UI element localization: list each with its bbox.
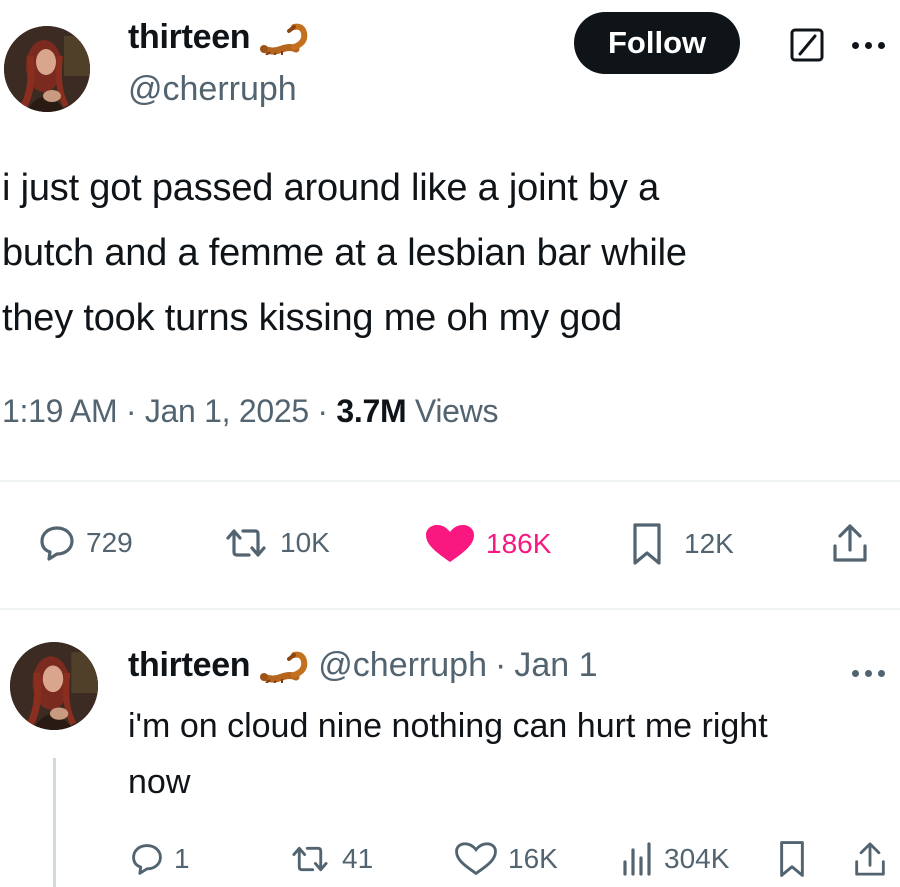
scorpion-emoji-icon [260, 23, 308, 55]
scorpion-emoji-icon [260, 651, 308, 683]
reply-author-avatar[interactable] [10, 642, 98, 730]
avatar-image [4, 26, 90, 112]
repost-icon [226, 529, 266, 557]
reply-date[interactable]: Jan 1 [514, 646, 597, 685]
tweet-date[interactable]: Jan 1, 2025 [145, 393, 309, 429]
repost-count: 10K [280, 527, 330, 558]
reply-button[interactable]: 729 [38, 524, 133, 562]
tweet-text-line: i just got passed around like a joint by… [2, 167, 660, 209]
more-icon [865, 670, 872, 677]
edit-button[interactable] [790, 28, 824, 67]
reply-separator: · [495, 646, 507, 684]
reply-bookmark-button[interactable] [778, 840, 806, 878]
reply-repost-count: 41 [342, 843, 374, 874]
author-avatar[interactable] [4, 26, 90, 112]
reply-more-button[interactable] [852, 670, 885, 677]
more-button[interactable] [852, 42, 885, 49]
reply-display-name[interactable]: thirteen [128, 646, 251, 685]
reply-like-count: 16K [508, 843, 558, 874]
bookmark-icon [780, 841, 804, 877]
thread-line [53, 758, 56, 887]
more-icon [865, 42, 872, 49]
tweet-text: i just got passed around like a joint by… [2, 156, 892, 351]
edit-icon [790, 28, 824, 62]
more-icon [852, 42, 859, 49]
more-icon [878, 42, 885, 49]
views-icon [623, 842, 651, 876]
repost-icon [292, 846, 328, 872]
reply-header: thirteen @cherruph · Jan 1 [128, 646, 598, 685]
views-count: 3.7M [336, 393, 407, 429]
bookmark-icon [633, 523, 661, 565]
reply-share-button[interactable] [854, 840, 886, 878]
repost-button[interactable]: 10K [222, 524, 330, 562]
reply-text-line: now [128, 763, 191, 801]
reply-count: 729 [86, 527, 133, 558]
views-label: Views [414, 393, 499, 429]
bookmark-count: 12K [684, 528, 734, 559]
share-icon [855, 842, 885, 876]
divider [0, 608, 900, 610]
reply-views-button[interactable]: 304K [620, 842, 729, 876]
more-icon [852, 670, 859, 677]
divider [0, 480, 900, 482]
heart-icon [426, 525, 474, 562]
share-icon [833, 524, 867, 562]
tweet-text-line: butch and a femme at a lesbian bar while [2, 232, 687, 274]
meta-separator: · [317, 393, 328, 429]
reply-views-count: 304K [664, 843, 730, 874]
reply-text-line: i'm on cloud nine nothing can hurt me ri… [128, 707, 768, 745]
avatar-image [10, 642, 98, 730]
reply-icon [132, 844, 162, 875]
author-handle[interactable]: @cherruph [128, 70, 297, 109]
author-name-row: thirteen [128, 18, 310, 57]
like-button[interactable]: 186K [424, 524, 551, 564]
reply-reply-count: 1 [174, 843, 190, 874]
follow-button[interactable]: Follow [574, 12, 741, 74]
heart-icon [455, 842, 497, 876]
tweet-meta: 1:19 AM · Jan 1, 2025 · 3.7M Views [2, 393, 499, 430]
share-button[interactable] [832, 522, 868, 564]
reply-text: i'm on cloud nine nothing can hurt me ri… [128, 698, 900, 810]
reply-icon [40, 526, 74, 561]
more-icon [878, 670, 885, 677]
reply-handle[interactable]: @cherruph [318, 646, 487, 685]
bookmark-button[interactable]: 12K [632, 522, 734, 566]
reply-repost-button[interactable]: 41 [288, 842, 373, 876]
tweet-time[interactable]: 1:19 AM [2, 393, 118, 429]
author-display-name[interactable]: thirteen [128, 18, 251, 57]
like-count: 186K [486, 528, 552, 559]
meta-separator: · [125, 393, 137, 429]
reply-like-button[interactable]: 16K [454, 842, 558, 876]
reply-reply-button[interactable]: 1 [130, 842, 190, 876]
tweet-text-line: they took turns kissing me oh my god [2, 297, 623, 339]
